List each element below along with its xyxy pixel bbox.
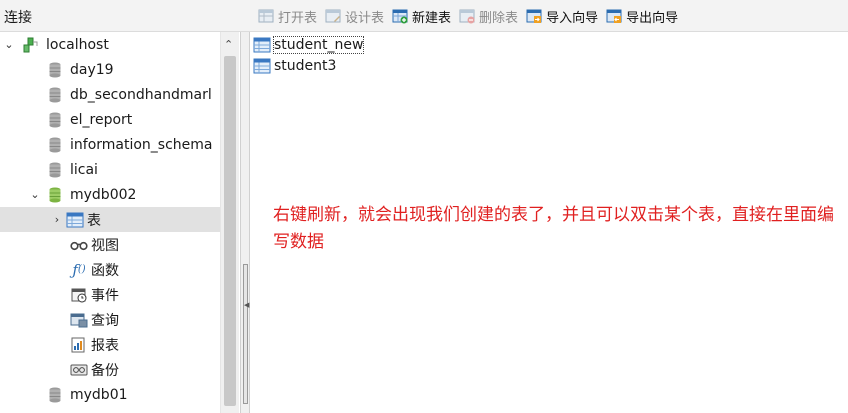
tree-item-label: el_report [70, 111, 133, 128]
database-icon [46, 61, 64, 79]
export-wizard-button[interactable]: 导出向导 [606, 4, 684, 28]
chevron-down-icon[interactable]: ⌄ [28, 188, 42, 202]
tree-item-database[interactable]: db_secondhandmarl [0, 82, 220, 107]
tree-item-label: information_schema [70, 136, 213, 153]
report-icon [70, 336, 88, 354]
open-table-icon [258, 9, 274, 23]
scrollbar-thumb[interactable] [224, 56, 236, 406]
open-table-button[interactable]: 打开表 [258, 4, 323, 28]
table-list-pane: student_new student3 右键刷新，就会出现我们创建的表了，并且… [251, 32, 848, 413]
tree-item-label: 视图 [91, 237, 119, 254]
tree-item-views[interactable]: 视图 [0, 232, 220, 257]
query-icon [70, 311, 88, 329]
annotation-text: 右键刷新，就会出现我们创建的表了，并且可以双击某个表，直接在里面编写数据 [273, 205, 834, 252]
table-icon [66, 211, 84, 229]
table-item[interactable]: student_new [253, 35, 365, 55]
tree-item-label: 备份 [91, 362, 119, 379]
tree-item-label: 事件 [91, 287, 119, 304]
table-item-label: student_new [272, 36, 365, 54]
chevron-right-icon[interactable]: › [50, 213, 64, 227]
import-wizard-icon [526, 9, 542, 23]
delete-table-icon [459, 9, 475, 24]
import-wizard-label: 导入向导 [546, 10, 599, 26]
tree-item-database[interactable]: day19 [0, 57, 220, 82]
delete-table-button[interactable]: 删除表 [459, 4, 524, 28]
table-icon [253, 37, 271, 53]
tree-item-label: 函数 [91, 262, 119, 279]
tree-item-events[interactable]: 事件 [0, 282, 220, 307]
scroll-up-icon[interactable]: ⌃ [224, 38, 236, 51]
database-icon [46, 161, 64, 179]
table-icon [253, 58, 271, 74]
tree-item-mydb002[interactable]: ⌄ mydb002 [0, 182, 220, 207]
glasses-icon [70, 236, 88, 254]
tree-item-label: day19 [70, 61, 114, 78]
design-table-icon [325, 9, 341, 23]
top-bar: 连接 打开表 设计表 新建表 删除表 导入向导 导出向导 [0, 0, 848, 32]
tree-item-label: mydb002 [70, 186, 137, 203]
tree-scrollbar[interactable]: ⌃ [220, 32, 239, 413]
toolbar: 打开表 设计表 新建表 删除表 导入向导 导出向导 [258, 4, 686, 28]
connection-panel-title: 连接 [4, 10, 32, 26]
tree-item-backups[interactable]: 备份 [0, 357, 220, 382]
tree-item-database[interactable]: el_report [0, 107, 220, 132]
table-item[interactable]: student3 [253, 56, 336, 76]
tree-item-label: mydb01 [70, 386, 128, 403]
tree-item-functions[interactable]: ƒ() 函数 [0, 257, 220, 282]
connection-tree: ⌄ localhost day19 db_secondhandmarl el_r… [0, 32, 220, 413]
new-table-button[interactable]: 新建表 [392, 4, 457, 28]
tree-item-database[interactable]: information_schema [0, 132, 220, 157]
tree-item-database[interactable]: licai [0, 157, 220, 182]
tree-item-tables[interactable]: › 表 [0, 207, 220, 232]
tree-item-label: localhost [46, 36, 109, 53]
table-item-label: student3 [274, 58, 337, 74]
export-wizard-icon [606, 9, 622, 23]
database-icon [46, 386, 64, 404]
panel-splitter[interactable]: ◀ [240, 32, 250, 413]
collapse-arrow-icon: ◀ [244, 301, 250, 309]
backup-icon [70, 361, 88, 379]
export-wizard-label: 导出向导 [626, 10, 679, 26]
function-icon: ƒ() [72, 260, 86, 279]
event-icon [70, 286, 88, 304]
tree-item-label: 表 [87, 212, 101, 229]
tree-item-queries[interactable]: 查询 [0, 307, 220, 332]
database-open-icon [46, 186, 64, 204]
import-wizard-button[interactable]: 导入向导 [526, 4, 604, 28]
database-icon [46, 111, 64, 129]
connection-icon [22, 36, 40, 54]
database-icon [46, 136, 64, 154]
delete-table-label: 删除表 [479, 10, 519, 26]
tree-item-label: db_secondhandmarl [70, 86, 212, 103]
tree-item-label: 报表 [91, 337, 119, 354]
tree-item-reports[interactable]: 报表 [0, 332, 220, 357]
splitter-grip[interactable]: ◀ [243, 264, 250, 404]
chevron-down-icon[interactable]: ⌄ [2, 38, 16, 52]
tree-item-database[interactable]: mydb01 [0, 382, 220, 407]
design-table-button[interactable]: 设计表 [325, 4, 390, 28]
design-table-label: 设计表 [345, 10, 385, 26]
open-table-label: 打开表 [278, 10, 318, 26]
database-icon [46, 86, 64, 104]
new-table-label: 新建表 [412, 10, 452, 26]
tree-item-label: licai [70, 161, 98, 178]
tree-item-localhost[interactable]: ⌄ localhost [0, 32, 220, 57]
tree-item-label: 查询 [91, 312, 119, 329]
new-table-icon [392, 9, 408, 24]
